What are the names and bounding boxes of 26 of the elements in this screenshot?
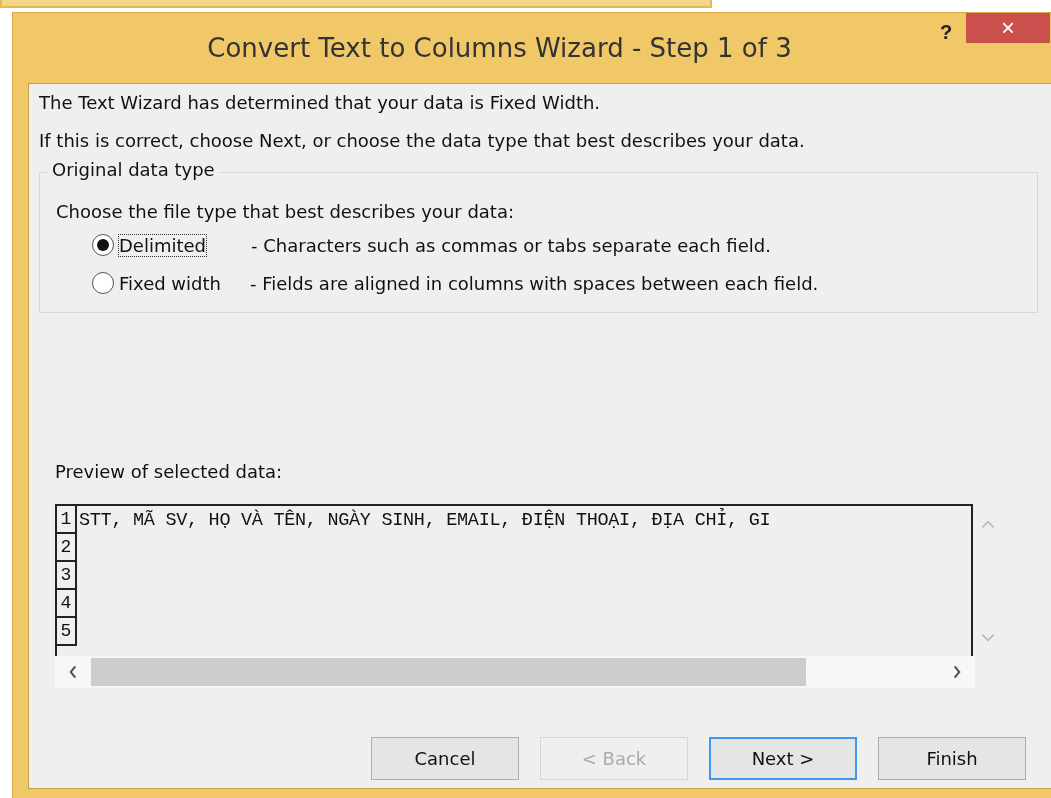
help-button[interactable]: ? <box>926 21 966 44</box>
radio-button[interactable] <box>92 272 114 294</box>
line-number: 1 <box>57 506 77 534</box>
group-title: Original data type <box>48 159 219 180</box>
option-description: - Characters such as commas or tabs separate each field. <box>251 234 771 256</box>
scroll-left-icon[interactable] <box>67 664 79 680</box>
dialog-button[interactable]: Next > <box>709 737 857 780</box>
option-label[interactable]: Delimited <box>118 233 208 257</box>
line-number: 4 <box>57 590 77 618</box>
line-number: 5 <box>57 618 77 646</box>
dialog-button[interactable]: Finish <box>878 737 1026 780</box>
instruction-text: If this is correct, choose Next, or choose the data type that best describes your data. <box>39 129 806 153</box>
radio-button[interactable] <box>92 234 114 256</box>
line-number: 2 <box>57 534 77 562</box>
prompt-text: Choose the file type that best describes your data: <box>56 201 515 222</box>
preview-label: Preview of selected data: <box>55 461 284 482</box>
instruction-text: The Text Wizard has determined that your data is Fixed Width. <box>39 91 602 115</box>
dialog-button[interactable]: Cancel <box>371 737 519 780</box>
window-title: Convert Text to Columns Wizard - Step 1 of 3 <box>206 33 793 63</box>
close-button[interactable]: × <box>966 13 1050 43</box>
option-description: - Fields are aligned in columns with spaces between each field. <box>250 272 819 294</box>
preview-line: STT, MÃ SV, HỌ VÀ TÊN, NGÀY SINH, EMAIL, ĐIỆN THOẠI, ĐỊA CHỈ, GI <box>78 509 771 531</box>
option-label[interactable]: Fixed width <box>118 271 250 295</box>
line-number: 3 <box>57 562 77 590</box>
scroll-right-icon[interactable] <box>951 664 963 680</box>
scrollbar-thumb[interactable] <box>91 658 806 686</box>
